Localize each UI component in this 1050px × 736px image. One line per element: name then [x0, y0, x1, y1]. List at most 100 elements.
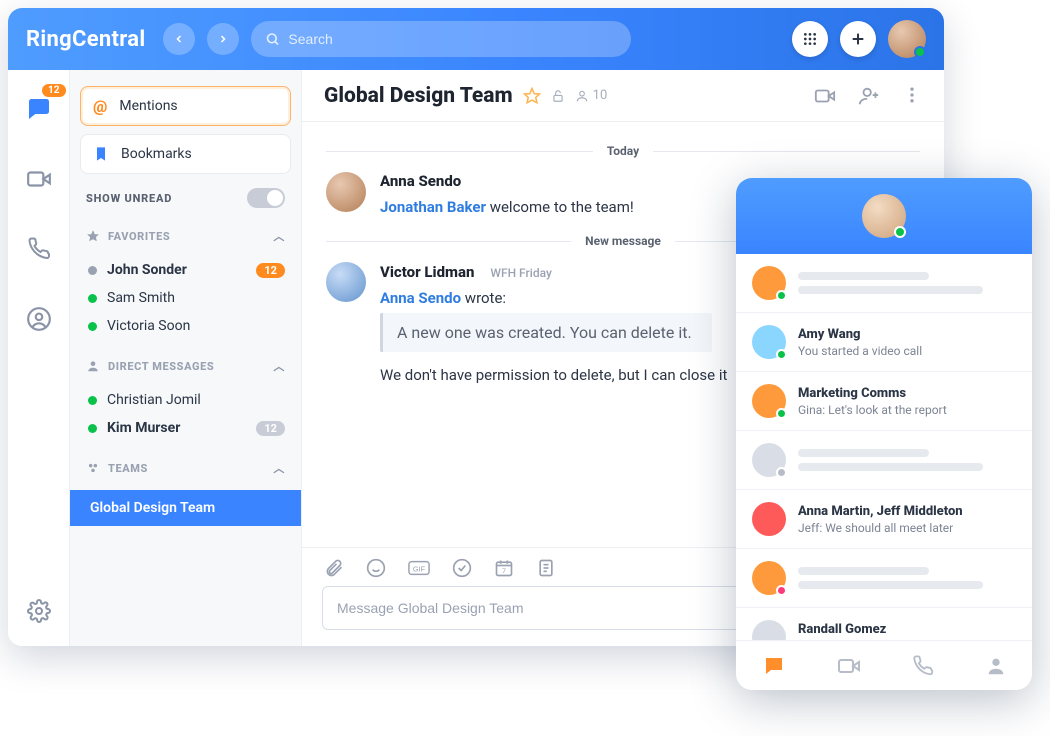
sidebar-item[interactable]: Kim Murser 12 [80, 414, 291, 442]
gif-button[interactable]: GIF [408, 558, 430, 578]
chevron-up-icon: ︿ [273, 358, 285, 374]
presence-dot [88, 322, 97, 331]
person-small-icon [575, 89, 589, 103]
mobile-list[interactable]: Amy Wang You started a video call Marketin… [736, 254, 1032, 640]
emoji-icon [366, 558, 386, 578]
presence-dot [88, 294, 97, 303]
at-icon: @ [93, 97, 107, 116]
favorite-star-button[interactable] [523, 87, 541, 105]
search-input[interactable] [288, 31, 617, 47]
section-dm[interactable]: DIRECT MESSAGES ︿ [80, 348, 291, 378]
profile-avatar[interactable] [888, 20, 926, 58]
more-button[interactable] [902, 85, 922, 107]
mobile-row[interactable]: Anna Martin, Jeff MiddletonJeff: We shou… [736, 490, 1032, 549]
mobile-row[interactable]: Randall GomezHey. You in today? [736, 608, 1032, 640]
date-divider: Today [326, 144, 920, 158]
mobile-tab-phone[interactable] [912, 655, 934, 677]
mobile-row[interactable] [736, 549, 1032, 608]
mention[interactable]: Anna Sendo [380, 289, 461, 307]
presence-dot [776, 290, 787, 301]
rail-messages[interactable]: 12 [22, 92, 56, 126]
chat-header: Global Design Team 10 [302, 70, 944, 122]
chat-filled-icon [762, 654, 786, 678]
mobile-preview: Amy Wang You started a video call Marketin… [736, 178, 1032, 690]
sidebar-item-label: Christian Jomil [107, 392, 201, 408]
sidebar-item[interactable]: Sam Smith [80, 284, 291, 312]
rail-phone[interactable] [22, 232, 56, 266]
phone-icon [27, 237, 51, 261]
rail-contacts[interactable] [22, 302, 56, 336]
nav-back-button[interactable] [163, 23, 195, 55]
row-subtitle: You started a video call [798, 344, 1016, 358]
event-button[interactable]: 7 [494, 558, 514, 578]
section-teams[interactable]: TEAMS ︿ [80, 450, 291, 480]
sidebar-bookmarks[interactable]: Bookmarks [80, 134, 291, 174]
rail-badge: 12 [42, 84, 65, 97]
rail-settings[interactable] [22, 594, 56, 628]
nav-forward-button[interactable] [207, 23, 239, 55]
mobile-tab-video[interactable] [837, 654, 861, 678]
mobile-tab-chat[interactable] [762, 654, 786, 678]
unread-badge: 12 [256, 263, 285, 278]
member-count-value: 10 [593, 88, 608, 103]
conversation-avatar [752, 620, 786, 640]
unread-badge: 12 [256, 421, 285, 436]
mobile-row[interactable] [736, 254, 1032, 313]
sidebar-mentions[interactable]: @ Mentions [80, 86, 291, 126]
note-button[interactable] [536, 558, 556, 578]
app-header: RingCentral [8, 8, 944, 70]
presence-dot [88, 266, 97, 275]
video-icon [814, 85, 836, 107]
sidebar-item[interactable]: Christian Jomil [80, 386, 291, 414]
chat-title: Global Design Team [324, 84, 513, 108]
dialpad-button[interactable] [792, 21, 828, 57]
chevron-up-icon: ︿ [273, 228, 285, 244]
new-button[interactable] [840, 21, 876, 57]
sidebar-item-label: John Sonder [107, 262, 187, 278]
teams-label: TEAMS [108, 462, 148, 475]
message-body: Jonathan Baker welcome to the team! [380, 198, 634, 216]
member-count[interactable]: 10 [575, 88, 608, 103]
favorites-label: FAVORITES [108, 230, 170, 243]
show-unread-toggle[interactable] [247, 188, 285, 208]
start-video-button[interactable] [814, 85, 836, 107]
sidebar-item[interactable]: John Sonder 12 [80, 256, 291, 284]
mobile-header [736, 178, 1032, 254]
svg-text:7: 7 [502, 567, 506, 575]
rail-video[interactable] [22, 162, 56, 196]
conversation-avatar [752, 325, 786, 359]
mobile-row[interactable] [736, 431, 1032, 490]
emoji-button[interactable] [366, 558, 386, 578]
sidebar-item[interactable]: Victoria Soon [80, 312, 291, 340]
person-circle-icon [26, 306, 52, 332]
row-title: Amy Wang [798, 327, 1016, 342]
task-button[interactable] [452, 558, 472, 578]
mobile-row[interactable]: Marketing CommsGina: Let's look at the r… [736, 372, 1032, 431]
person-icon [985, 655, 1007, 677]
dm-label: DIRECT MESSAGES [108, 360, 214, 373]
mobile-avatar[interactable] [862, 194, 906, 238]
mobile-tab-contacts[interactable] [985, 655, 1007, 677]
presence-dot [776, 467, 787, 478]
presence-dot [776, 585, 787, 596]
bookmark-icon [93, 146, 109, 162]
presence-dot [776, 408, 787, 419]
sidebar-item-label: Kim Murser [107, 420, 180, 436]
attach-button[interactable] [324, 558, 344, 578]
sidebar-item[interactable]: Global Design Team [70, 490, 301, 526]
search-field[interactable] [251, 21, 631, 57]
row-title: Anna Martin, Jeff Middleton [798, 504, 1016, 519]
row-subtitle: Gina: Let's look at the report [798, 403, 1016, 417]
mobile-row[interactable]: Amy Wang You started a video call [736, 313, 1032, 372]
add-member-button[interactable] [858, 85, 880, 107]
avatar[interactable] [326, 262, 366, 302]
avatar[interactable] [326, 172, 366, 212]
video-icon [26, 166, 52, 192]
privacy-indicator [551, 89, 565, 103]
section-favorites[interactable]: FAVORITES ︿ [80, 218, 291, 248]
message-author: Victor Lidman [380, 263, 474, 281]
mention[interactable]: Jonathan Baker [380, 198, 486, 216]
conversation-avatar [752, 443, 786, 477]
presence-dot [88, 424, 97, 433]
paperclip-icon [324, 558, 344, 578]
